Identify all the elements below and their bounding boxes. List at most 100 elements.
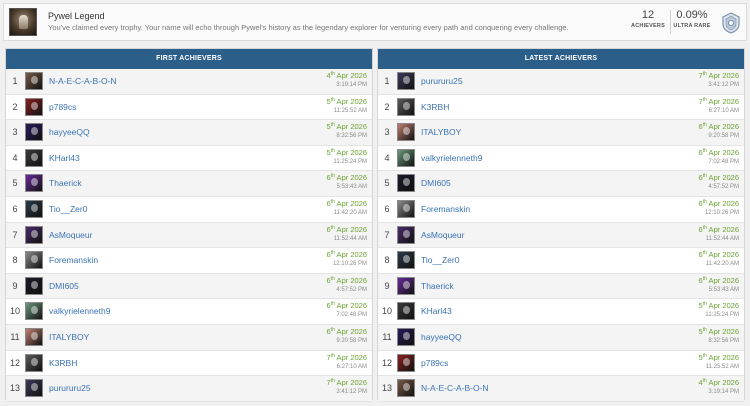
achiever-name-link[interactable]: KHarl43 [49, 153, 80, 163]
platinum-trophy-icon [722, 12, 740, 34]
achiever-rank: 7 [384, 229, 390, 240]
achieved-month-year: Apr 2026 [706, 147, 739, 157]
achiever-name-link[interactable]: AsMoqueur [421, 230, 464, 240]
achieved-date: 6th Apr 2026 4:57:52 PM [327, 276, 367, 294]
achiever-rank: 4 [384, 152, 390, 163]
achiever-name-link[interactable]: K3RBH [421, 102, 449, 112]
avatar[interactable] [25, 148, 43, 167]
first-achievers-heading: FIRST ACHIEVERS [6, 49, 372, 69]
trophy-title: Pywel Legend [48, 11, 105, 21]
achiever-name-link[interactable]: p789cs [49, 102, 76, 112]
achiever-rank: 10 [381, 306, 392, 317]
achiever-rank: 1 [12, 76, 18, 86]
achiever-name-link[interactable]: purururu25 [49, 383, 91, 393]
achiever-row: 7 AsMoqueur 6th Apr 2026 11:52:44 AM [6, 222, 372, 249]
achieved-date: 6th Apr 2026 11:52:44 AM [327, 225, 367, 243]
achieved-time: 11:25:52 AM [333, 107, 367, 114]
avatar[interactable] [25, 97, 43, 116]
achiever-row: 6 Foremanskin 6th Apr 2026 12:10:26 PM [378, 196, 744, 223]
achiever-name-link[interactable]: hayyeeQQ [49, 127, 90, 137]
achieved-time: 11:25:24 PM [333, 158, 367, 165]
achiever-name-link[interactable]: Foremanskin [421, 204, 470, 214]
achieved-time: 12:10:26 PM [704, 209, 739, 216]
avatar[interactable] [397, 97, 415, 116]
achiever-row: 1 N-A-E-C-A-B-O-N 4th Apr 2026 3:19:14 PM [6, 69, 372, 95]
avatar[interactable] [25, 276, 43, 295]
achiever-rank: 4 [12, 152, 18, 163]
avatar[interactable] [397, 353, 415, 372]
achieved-month-year: Apr 2026 [334, 71, 367, 80]
achiever-rank: 5 [384, 178, 390, 189]
achiever-name-link[interactable]: valkyrielenneth9 [49, 306, 110, 316]
achiever-name-link[interactable]: valkyrielenneth9 [421, 153, 482, 163]
avatar[interactable] [25, 225, 43, 244]
achieved-time: 6:27:10 AM [708, 107, 739, 114]
achiever-row: 13 purururu25 7th Apr 2026 3:41:12 PM [6, 376, 372, 402]
achiever-name-link[interactable]: KHarl43 [421, 306, 452, 316]
achiever-row: 12 p789cs 5th Apr 2026 11:25:52 AM [378, 350, 744, 377]
avatar[interactable] [397, 327, 415, 346]
achieved-date: 7th Apr 2026 6:27:10 AM [699, 97, 739, 115]
achiever-name-link[interactable]: K3RBH [49, 358, 77, 368]
achiever-name-link[interactable]: DMI605 [49, 281, 79, 291]
avatar[interactable] [397, 199, 415, 218]
achiever-name-link[interactable]: ITALYBOY [49, 332, 89, 342]
achiever-name-link[interactable]: Foremanskin [49, 255, 98, 265]
achiever-row: 10 valkyrielenneth9 6th Apr 2026 7:02:48 PM [6, 299, 372, 325]
achiever-row: 9 DMI605 6th Apr 2026 4:57:52 PM [6, 273, 372, 300]
achievers-stat: 12 ACHIEVERS [626, 9, 670, 29]
achiever-name-link[interactable]: p789cs [421, 358, 448, 368]
achiever-name-link[interactable]: purururu25 [421, 76, 463, 86]
achiever-name-link[interactable]: hayyeeQQ [421, 332, 462, 342]
avatar[interactable] [25, 251, 43, 270]
achieved-time: 6:27:10 AM [336, 363, 367, 370]
achiever-name-link[interactable]: DMI605 [421, 178, 451, 188]
achiever-name-link[interactable]: Thaerick [421, 281, 454, 291]
achiever-name-link[interactable]: ITALYBOY [421, 127, 461, 137]
achiever-rank: 7 [12, 229, 18, 240]
achieved-date: 4th Apr 2026 3:19:14 PM [327, 71, 367, 89]
achieved-month-year: Apr 2026 [706, 71, 739, 80]
achieved-month-year: Apr 2026 [334, 275, 367, 285]
avatar[interactable] [25, 302, 43, 321]
avatar[interactable] [397, 72, 415, 90]
achieved-date: 5th Apr 2026 11:25:52 AM [699, 353, 739, 371]
avatar[interactable] [25, 353, 43, 372]
avatar[interactable] [25, 174, 43, 193]
rarity-stat: 0.09% ULTRA RARE [672, 9, 712, 29]
achiever-row: 7 AsMoqueur 6th Apr 2026 11:52:44 AM [378, 222, 744, 249]
avatar[interactable] [25, 123, 43, 142]
achiever-rank: 9 [12, 280, 18, 291]
achiever-rank: 6 [384, 203, 390, 214]
achiever-name-link[interactable]: N-A-E-C-A-B-O-N [421, 383, 489, 393]
latest-achievers-panel: LATEST ACHIEVERS 1 purururu25 7th Apr 2026… [377, 48, 745, 402]
achieved-time: 11:52:44 AM [333, 235, 367, 242]
achieved-date: 6th Apr 2026 12:10:26 PM [699, 199, 739, 217]
achiever-name-link[interactable]: AsMoqueur [49, 230, 92, 240]
achieved-month-year: Apr 2026 [706, 173, 739, 183]
avatar[interactable] [397, 302, 415, 321]
achieved-month-year: Apr 2026 [334, 301, 367, 311]
avatar[interactable] [25, 327, 43, 346]
avatar[interactable] [25, 199, 43, 218]
avatar[interactable] [397, 148, 415, 167]
achieved-time: 8:32:56 PM [708, 337, 739, 344]
achievers-label: ACHIEVERS [631, 23, 665, 29]
avatar[interactable] [397, 379, 415, 398]
achieved-time: 4:57:52 PM [336, 286, 367, 293]
avatar[interactable] [397, 225, 415, 244]
avatar[interactable] [25, 379, 43, 398]
achiever-rank: 11 [10, 331, 20, 342]
avatar[interactable] [25, 72, 43, 90]
achiever-name-link[interactable]: Thaerick [49, 178, 82, 188]
avatar[interactable] [397, 251, 415, 270]
achiever-name-link[interactable]: N-A-E-C-A-B-O-N [49, 76, 117, 86]
avatar[interactable] [397, 174, 415, 193]
achieved-month-year: Apr 2026 [334, 147, 367, 157]
achieved-date: 6th Apr 2026 9:20:58 PM [327, 327, 367, 345]
achieved-month-year: Apr 2026 [706, 122, 739, 132]
avatar[interactable] [397, 123, 415, 142]
achiever-name-link[interactable]: Tio__Zer0 [421, 255, 459, 265]
achiever-name-link[interactable]: Tio__Zer0 [49, 204, 87, 214]
avatar[interactable] [397, 276, 415, 295]
